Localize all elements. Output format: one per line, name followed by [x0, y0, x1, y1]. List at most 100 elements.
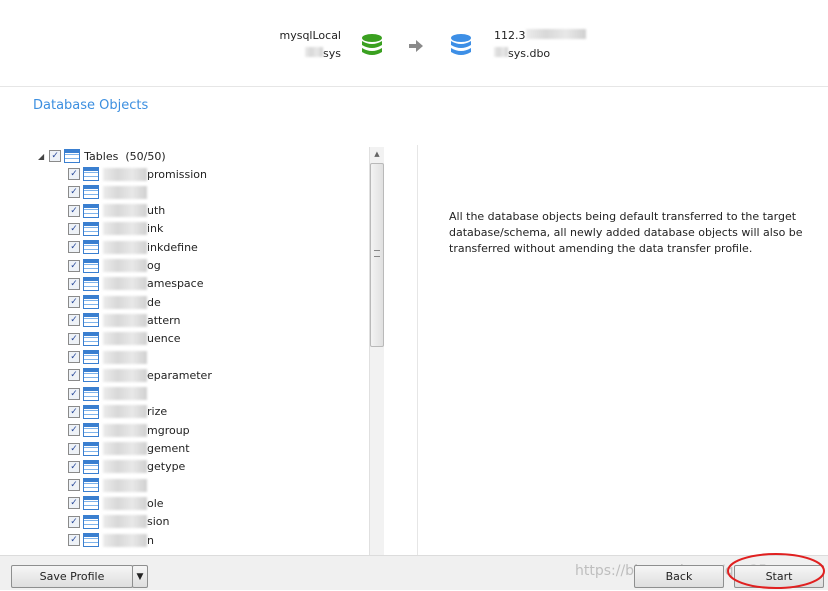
table-row[interactable]: ✓ rize — [68, 403, 167, 421]
section-title: Database Objects — [33, 98, 149, 113]
tables-count: (50/50) — [125, 149, 166, 163]
table-checkbox[interactable]: ✓ — [68, 479, 80, 492]
table-name: sion — [147, 515, 170, 529]
table-row[interactable]: ✓ de — [68, 293, 161, 311]
table-row[interactable]: ✓ promission — [68, 165, 207, 183]
redacted-name — [103, 350, 147, 364]
table-checkbox[interactable]: ✓ — [68, 405, 80, 418]
table-checkbox[interactable]: ✓ — [68, 534, 80, 546]
table-checkbox[interactable]: ✓ — [68, 515, 80, 528]
table-icon — [83, 313, 99, 328]
table-checkbox[interactable]: ✓ — [68, 259, 80, 272]
table-row[interactable]: ✓ eparameter — [68, 366, 212, 384]
table-checkbox[interactable]: ✓ — [68, 460, 80, 473]
table-row[interactable]: ✓ ole — [68, 494, 164, 512]
redacted-name — [103, 405, 147, 419]
source-database-icon — [362, 34, 382, 55]
table-name: promission — [147, 167, 207, 181]
table-icon — [83, 221, 99, 236]
table-checkbox[interactable]: ✓ — [68, 296, 80, 309]
table-icon — [83, 331, 99, 346]
redacted-name — [103, 277, 147, 291]
table-icon — [83, 533, 99, 547]
table-icon — [83, 258, 99, 273]
object-tree[interactable]: ◢ ✓ Tables (50/50) ✓ promission ✓ ✓ uth ✓ ink ✓… — [30, 145, 385, 555]
table-icon — [83, 295, 99, 310]
table-checkbox[interactable]: ✓ — [68, 314, 80, 327]
arrow-right-icon — [409, 40, 423, 52]
scrollbar-thumb[interactable] — [370, 163, 384, 347]
redacted-name — [103, 240, 147, 254]
redacted-name — [103, 259, 147, 272]
table-icon — [83, 478, 99, 493]
tree-root-tables[interactable]: ◢ ✓ Tables (50/50) — [38, 147, 166, 165]
table-row[interactable]: ✓ sion — [68, 513, 170, 531]
table-name: ole — [147, 496, 164, 510]
table-checkbox[interactable]: ✓ — [68, 277, 80, 290]
table-name: uence — [147, 332, 181, 346]
tables-label: Tables — [84, 149, 119, 163]
table-row[interactable]: ✓ og — [68, 257, 161, 275]
redacted-name — [103, 313, 147, 327]
target-connection: 112.3 — [494, 29, 586, 42]
table-icon — [83, 459, 99, 474]
footer-bar: Save Profile ▼ https://blog.csdn.net/qq_… — [0, 553, 828, 590]
table-name: og — [147, 259, 161, 272]
table-row[interactable]: ✓ — [68, 348, 147, 366]
table-name: mgroup — [147, 423, 190, 437]
table-checkbox[interactable]: ✓ — [68, 369, 80, 382]
back-button[interactable]: Back — [634, 565, 724, 588]
tables-checkbox[interactable]: ✓ — [49, 150, 62, 162]
table-row[interactable]: ✓ — [68, 385, 147, 403]
table-checkbox[interactable]: ✓ — [68, 332, 80, 345]
table-checkbox[interactable]: ✓ — [68, 204, 80, 217]
redacted-name — [103, 167, 147, 181]
redacted-name — [103, 222, 147, 236]
redacted-name — [103, 204, 147, 218]
redacted-name — [103, 533, 147, 547]
table-row[interactable]: ✓ uence — [68, 330, 181, 348]
table-checkbox[interactable]: ✓ — [68, 351, 80, 363]
table-row[interactable]: ✓ inkdefine — [68, 238, 198, 256]
table-row[interactable]: ✓ attern — [68, 311, 180, 329]
table-row[interactable]: ✓ n — [68, 531, 154, 549]
redacted-name — [103, 478, 147, 492]
table-row[interactable]: ✓ amespace — [68, 275, 204, 293]
transfer-header: mysqlLocal sys 112.3 sys.dbo — [0, 0, 828, 87]
table-checkbox[interactable]: ✓ — [68, 186, 80, 199]
redacted-name — [103, 460, 147, 474]
redacted-name — [103, 423, 147, 437]
redacted-name — [103, 496, 147, 510]
table-icon — [83, 368, 99, 383]
table-row[interactable]: ✓ ink — [68, 220, 163, 238]
table-icon — [83, 404, 99, 419]
table-icon — [83, 350, 99, 364]
table-checkbox[interactable]: ✓ — [68, 387, 80, 400]
red-annotation-ellipse — [727, 553, 825, 589]
table-row[interactable]: ✓ getype — [68, 458, 185, 476]
table-checkbox[interactable]: ✓ — [68, 497, 80, 510]
table-name: ink — [147, 222, 164, 236]
table-row[interactable]: ✓ gement — [68, 440, 190, 458]
table-checkbox[interactable]: ✓ — [68, 241, 80, 254]
table-icon — [83, 276, 99, 291]
table-checkbox[interactable]: ✓ — [68, 442, 80, 455]
panel-divider — [417, 145, 418, 555]
source-database: sys — [270, 47, 341, 60]
scroll-up-icon[interactable]: ▲ — [370, 150, 384, 158]
collapse-triangle-icon[interactable]: ◢ — [38, 152, 44, 161]
table-checkbox[interactable]: ✓ — [68, 168, 80, 180]
table-row[interactable]: ✓ mgroup — [68, 421, 190, 439]
redacted-name — [103, 442, 147, 455]
table-row[interactable]: ✓ — [68, 476, 147, 494]
save-profile-dropdown[interactable]: ▼ — [132, 565, 148, 588]
table-name: amespace — [147, 277, 204, 291]
table-checkbox[interactable]: ✓ — [68, 424, 80, 437]
save-profile-button[interactable]: Save Profile — [11, 565, 133, 588]
table-icon — [83, 167, 99, 181]
table-row[interactable]: ✓ — [68, 183, 147, 201]
table-icon — [83, 203, 99, 218]
table-row[interactable]: ✓ uth — [68, 202, 165, 220]
redacted-name — [103, 368, 147, 382]
table-checkbox[interactable]: ✓ — [68, 222, 80, 235]
